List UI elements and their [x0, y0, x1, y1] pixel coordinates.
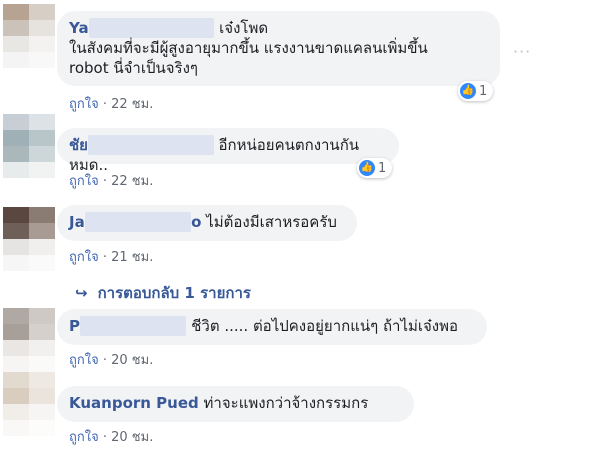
- like-link[interactable]: ถูกใจ: [69, 250, 99, 265]
- like-link[interactable]: ถูกใจ: [69, 97, 99, 112]
- comment-text: ไม่ต้องมีเสาหรอครับ: [206, 213, 337, 231]
- like-link[interactable]: ถูกใจ: [69, 430, 99, 445]
- commenter-name[interactable]: ชัยxxxxxxxxxxxxx: [69, 135, 214, 155]
- comment-timestamp[interactable]: · 22 ชม.: [103, 174, 153, 189]
- comment-bubble: ชัยxxxxxxxxxxxxx อีกหน่อยคนตกงานกันหมด..: [57, 128, 399, 174]
- avatar[interactable]: [3, 4, 56, 68]
- redacted-name: xxxxxxxxxxx: [80, 316, 187, 336]
- commenter-name[interactable]: Yaxxxxxxxxxxxxx: [69, 18, 215, 38]
- like-reaction-icon: 👍: [460, 83, 476, 99]
- like-link[interactable]: ถูกใจ: [69, 174, 99, 189]
- redacted-name: xxxxxxxxxxxxx: [87, 135, 214, 155]
- comment-timestamp[interactable]: · 20 ชม.: [103, 430, 153, 445]
- redacted-name: xxxxxxxxxxxxx: [88, 18, 215, 38]
- reply-arrow-icon: ↪: [75, 284, 88, 302]
- commenter-name[interactable]: Kuanporn Pued: [69, 394, 199, 412]
- reaction-count[interactable]: 👍 1: [357, 158, 393, 178]
- comment-bubble: Yaxxxxxxxxxxxxx เจ๋งโพด ในสังคมที่จะมีผู…: [57, 11, 500, 86]
- comment-timestamp[interactable]: · 21 ชม.: [103, 250, 153, 265]
- like-link[interactable]: ถูกใจ: [69, 353, 99, 368]
- like-reaction-icon: 👍: [359, 160, 375, 176]
- avatar[interactable]: [3, 372, 56, 436]
- comment-text: เจ๋งโพด: [219, 19, 269, 37]
- comment-text-line: robot นี่จำเป็นจริงๆ: [69, 59, 198, 77]
- redacted-name: xxxxxxxxxxx: [84, 212, 192, 232]
- comment-text: ท่าจะแพงกว่าจ้างกรรมกร: [203, 394, 369, 412]
- more-options-icon[interactable]: ···: [513, 42, 531, 61]
- avatar[interactable]: [3, 207, 56, 271]
- commenter-name[interactable]: Pxxxxxxxxxxx: [69, 316, 187, 336]
- comment-text-line: ในสังคมที่จะมีผู้สูงอายุมากขึ้น แรงงานขา…: [69, 39, 428, 57]
- comment-bubble: Kuanporn Pued ท่าจะแพงกว่าจ้างกรรมกร: [57, 386, 414, 422]
- comment-text: ชีวิต ..... ต่อไปคงอยู่ยากแน่ๆ ถ้าไม่เจ๋…: [191, 317, 459, 335]
- comment-timestamp[interactable]: · 22 ชม.: [103, 97, 153, 112]
- reaction-count[interactable]: 👍 1: [458, 81, 494, 101]
- avatar[interactable]: [3, 308, 56, 372]
- avatar[interactable]: [3, 114, 56, 178]
- comment-timestamp[interactable]: · 20 ชม.: [103, 353, 153, 368]
- view-replies-link[interactable]: ↪ การตอบกลับ 1 รายการ: [75, 281, 251, 305]
- comment-bubble: Jaxxxxxxxxxxxo ไม่ต้องมีเสาหรอครับ: [57, 205, 357, 241]
- comment-bubble: Pxxxxxxxxxxx ชีวิต ..... ต่อไปคงอยู่ยากแ…: [57, 309, 487, 345]
- commenter-name[interactable]: Jaxxxxxxxxxxxo: [69, 212, 201, 232]
